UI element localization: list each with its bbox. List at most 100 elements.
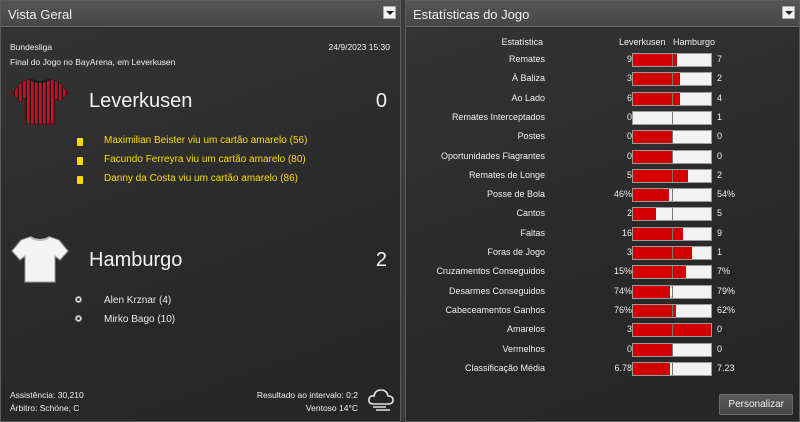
stat-row: Postes 0 0 (406, 128, 800, 147)
stat-label: Remates Interceptados (451, 111, 545, 122)
stat-row: Posse de Bola 46% 54% (406, 186, 800, 205)
stat-row: Oportunidades Flagrantes 0 0 (406, 148, 800, 167)
yellow-card-icon (77, 157, 83, 165)
stat-away-value: 7% (717, 266, 731, 277)
event-text[interactable]: Facundo Ferreyra viu um cartão amarelo (… (104, 154, 306, 165)
stat-comparison-bar (632, 130, 712, 145)
stat-home-value: 16 (621, 227, 632, 238)
stat-comparison-bar (632, 207, 712, 222)
event-text[interactable]: Mirko Bago (10) (104, 314, 175, 325)
stat-comparison-bar (632, 284, 712, 299)
stat-label: Desarmes Conseguidos (448, 285, 545, 296)
stat-row: À Baliza 3 2 (406, 70, 800, 89)
stat-row: Cabeceamentos Ganhos 76% 62% (406, 302, 800, 321)
stat-comparison-bar (632, 246, 712, 260)
column-header-away: Hamburgo (673, 37, 716, 47)
stat-label: Cantos (516, 208, 545, 219)
stat-home-fill (633, 150, 672, 163)
customize-button[interactable]: Personalizar (719, 394, 793, 415)
stat-comparison-bar (632, 188, 712, 203)
stat-away-value: 4 (717, 92, 723, 103)
stat-label: Faltas (520, 227, 545, 238)
stat-home-fill (633, 208, 656, 221)
stat-away-value: 5 (717, 208, 723, 219)
away-event-1: Alen Krznar (4) (75, 295, 395, 309)
stat-bar-midline (672, 304, 673, 317)
stat-bar-midline (672, 131, 673, 144)
ball-icon (75, 315, 82, 322)
event-text[interactable]: Alen Krznar (4) (104, 295, 171, 306)
stat-comparison-bar (632, 168, 712, 183)
stats-header: Estatísticas do Jogo (406, 1, 799, 27)
stat-away-value: 9 (717, 227, 723, 238)
stat-row: Remates Interceptados 0 1 (406, 109, 800, 128)
home-shirt-icon (11, 78, 69, 125)
stat-label: Posse de Bola (486, 189, 545, 200)
stat-label: Oportunidades Flagrantes (440, 150, 545, 161)
event-text[interactable]: Maximilian Beister viu um cartão amarelo… (104, 135, 307, 146)
stat-bar-midline (672, 362, 673, 375)
stat-away-value: 7 (717, 54, 723, 64)
away-event-2: Mirko Bago (10) (75, 314, 395, 328)
stat-away-value: 0 (717, 343, 723, 354)
stat-bar-midline (672, 247, 673, 259)
home-event-3: Danny da Costa viu um cartão amarelo (86… (77, 173, 397, 187)
stat-home-fill (633, 285, 671, 298)
overview-body: Bundesliga 24/9/2023 15:30 Final do Jogo… (1, 28, 400, 421)
stat-comparison-bar (632, 53, 712, 67)
stat-row: Classificação Média 6.78 7.23 (406, 360, 800, 379)
overview-header: Vista Geral (1, 1, 400, 27)
stats-body: Estatística Leverkusen Hamburgo Remates 9… (406, 28, 799, 421)
stat-comparison-bar (632, 91, 712, 106)
stat-home-fill (633, 304, 676, 317)
stat-label: Ao Lado (511, 92, 545, 103)
stat-bar-midline (672, 111, 673, 124)
stat-away-value: 1 (717, 247, 723, 257)
stat-label: Cruzamentos Conseguidos (436, 266, 545, 277)
stat-home-value: 15% (613, 266, 632, 277)
event-text[interactable]: Danny da Costa viu um cartão amarelo (86… (104, 173, 298, 184)
cloud-wind-icon (368, 389, 394, 411)
stat-label: Cabeceamentos Ganhos (445, 304, 545, 315)
stat-home-fill (633, 131, 672, 144)
stat-home-fill (633, 189, 669, 202)
stat-row: Ao Lado 6 4 (406, 90, 800, 109)
stat-label: Vermelhos (502, 343, 545, 354)
stat-away-value: 62% (717, 304, 736, 315)
stat-row: Vermelhos 0 0 (406, 341, 800, 360)
column-header-home: Leverkusen (619, 37, 666, 47)
stat-away-value: 2 (717, 169, 723, 180)
stat-away-value: 0 (717, 150, 723, 161)
competition-label: Bundesliga (10, 42, 53, 52)
stat-label: Classificação Média (464, 362, 545, 373)
stat-away-value: 2 (717, 73, 723, 84)
stat-bar-midline (672, 189, 673, 202)
away-score: 2 (375, 249, 387, 271)
stats-menu-button[interactable] (782, 6, 795, 19)
stat-label: Postes (517, 131, 545, 142)
stat-row: Cantos 2 5 (406, 205, 800, 224)
stat-row: Desarmes Conseguidos 74% 79% (406, 283, 800, 302)
stat-comparison-bar (632, 303, 712, 318)
stat-label: Amarelos (506, 324, 545, 335)
stat-away-value: 1 (717, 111, 723, 122)
halftime-label: Resultado ao intervalo: 0:2 (256, 390, 358, 400)
home-event-1: Maximilian Beister viu um cartão amarelo… (77, 135, 397, 149)
stat-away-value: 79% (717, 285, 736, 296)
stat-home-fill (633, 227, 683, 240)
stat-bar-midline (672, 285, 673, 298)
stat-label: Remates de Longe (468, 169, 545, 180)
stat-bar-midline (672, 324, 673, 337)
away-shirt-icon (11, 236, 69, 283)
stat-label: Remates (508, 54, 545, 64)
stat-comparison-bar (632, 110, 712, 125)
stat-label: À Baliza (511, 73, 545, 84)
stat-away-value: 0 (717, 131, 723, 142)
stat-bar-midline (672, 73, 673, 86)
home-team-name: Leverkusen (89, 90, 193, 112)
overview-menu-button[interactable] (383, 6, 396, 19)
stat-bar-midline (672, 92, 673, 105)
referee-label[interactable]: Árbitro: Schöne, C (10, 403, 79, 413)
stat-row: Amarelos 3 0 (406, 321, 800, 340)
attendance-label: Assistência: 30,210 (10, 390, 84, 400)
